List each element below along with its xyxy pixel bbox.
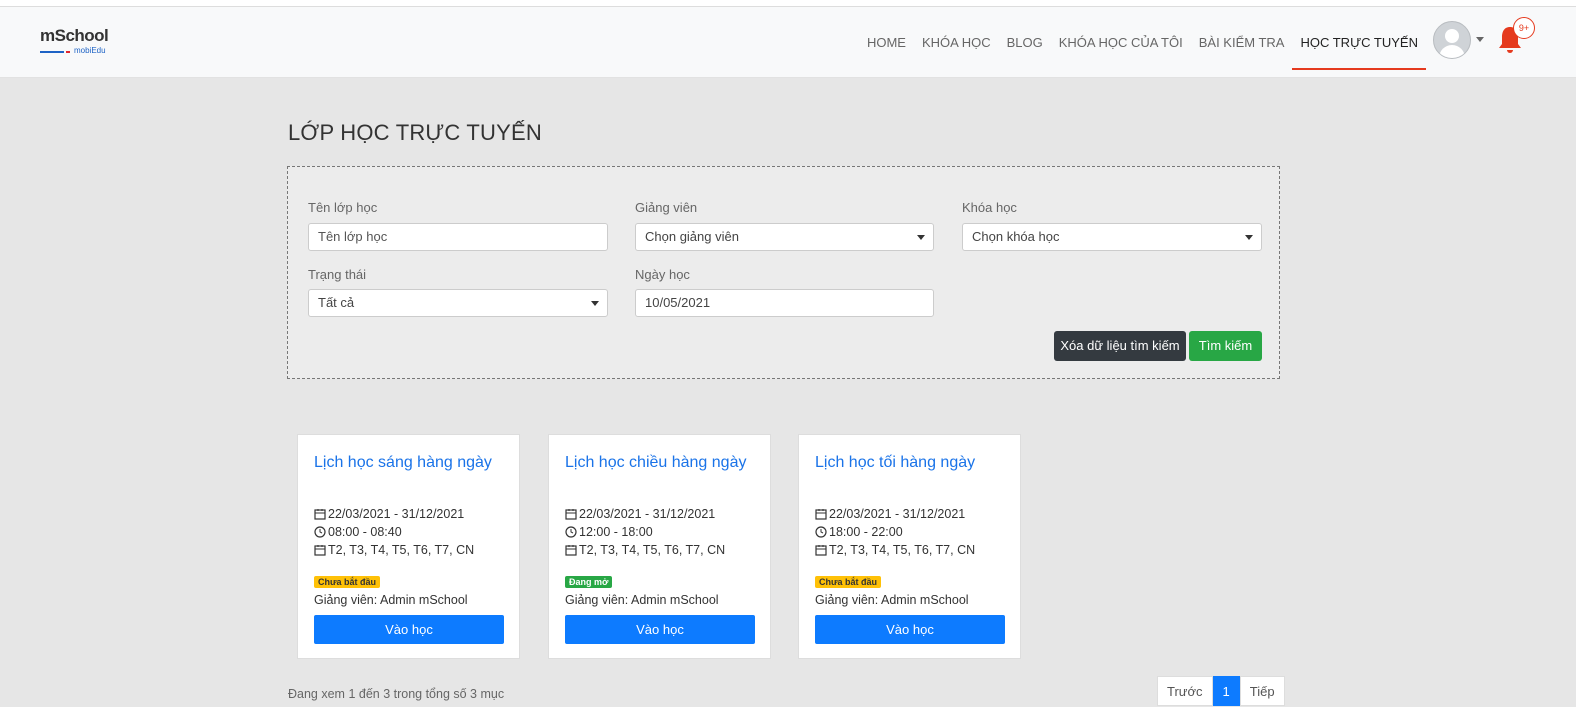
teacher-select-value: Chọn giảng viên — [645, 229, 739, 244]
card-dates: 22/03/2021 - 31/12/2021 — [314, 507, 464, 521]
status-select-value: Tất cả — [318, 295, 355, 310]
card-days-text: T2, T3, T4, T5, T6, T7, CN — [829, 543, 976, 557]
card-title[interactable]: Lịch học sáng hàng ngày — [314, 454, 492, 472]
card-dates-text: 22/03/2021 - 31/12/2021 — [829, 507, 966, 521]
clock-icon — [314, 526, 326, 538]
calendar-icon — [314, 509, 326, 520]
teacher-select[interactable]: Chọn giảng viên — [635, 223, 934, 251]
dropdown-arrow-icon — [591, 301, 599, 306]
card-days-text: T2, T3, T4, T5, T6, T7, CN — [328, 543, 475, 557]
clock-icon — [815, 526, 827, 538]
top-strip — [0, 0, 1576, 7]
status-select[interactable]: Tất cả — [308, 289, 608, 317]
class-card: Lịch học chiều hàng ngày 22/03/2021 - 31… — [548, 434, 771, 659]
card-title[interactable]: Lịch học chiều hàng ngày — [565, 454, 746, 472]
dropdown-arrow-icon — [1245, 235, 1253, 240]
calendar-icon — [815, 545, 827, 556]
nav-courses[interactable]: KHÓA HỌC — [914, 14, 999, 70]
course-select-value: Chọn khóa học — [972, 229, 1060, 244]
nav-home[interactable]: HOME — [859, 14, 914, 70]
join-class-button[interactable]: Vào học — [565, 615, 755, 644]
status-badge: Đang mở — [565, 576, 613, 588]
page-title: LỚP HỌC TRỰC TUYẾN — [288, 120, 542, 145]
class-card: Lịch học sáng hàng ngày 22/03/2021 - 31/… — [297, 434, 520, 659]
card-days-text: T2, T3, T4, T5, T6, T7, CN — [579, 543, 726, 557]
card-dates: 22/03/2021 - 31/12/2021 — [815, 507, 965, 521]
card-time-text: 18:00 - 22:00 — [829, 525, 903, 539]
class-name-input[interactable]: Tên lớp học — [308, 223, 608, 251]
notification-badge: 9+ — [1513, 17, 1535, 39]
card-time: 08:00 - 08:40 — [314, 525, 402, 539]
chevron-down-icon[interactable] — [1476, 37, 1484, 42]
card-days: T2, T3, T4, T5, T6, T7, CN — [565, 543, 725, 557]
logo-sub-text: mobiEdu — [74, 46, 106, 55]
dropdown-arrow-icon — [917, 235, 925, 240]
logo-main: mSchool — [40, 26, 109, 45]
card-teacher: Giảng viên: Admin mSchool — [314, 593, 468, 607]
header: mSchool mobiEdu HOME KHÓA HỌC BLOG KHÓA … — [0, 7, 1576, 78]
card-time-text: 12:00 - 18:00 — [579, 525, 653, 539]
card-teacher: Giảng viên: Admin mSchool — [815, 593, 969, 607]
card-dates-text: 22/03/2021 - 31/12/2021 — [328, 507, 465, 521]
card-time: 12:00 - 18:00 — [565, 525, 653, 539]
join-class-button[interactable]: Vào học — [815, 615, 1005, 644]
avatar[interactable] — [1433, 21, 1471, 59]
logo-sub: mobiEdu — [40, 46, 118, 56]
class-card: Lịch học tối hàng ngày 22/03/2021 - 31/1… — [798, 434, 1021, 659]
nav-blog[interactable]: BLOG — [999, 14, 1051, 70]
course-select[interactable]: Chọn khóa học — [962, 223, 1262, 251]
calendar-icon — [565, 545, 577, 556]
status-label: Trạng thái — [308, 267, 367, 282]
page-button-current[interactable]: 1 — [1212, 676, 1240, 706]
status-badge: Chưa bắt đầu — [815, 576, 882, 588]
card-dates-text: 22/03/2021 - 31/12/2021 — [579, 507, 716, 521]
pagination-info: Đang xem 1 đến 3 trong tổng số 3 mục — [288, 687, 505, 701]
card-dates: 22/03/2021 - 31/12/2021 — [565, 507, 715, 521]
calendar-icon — [815, 509, 827, 520]
nav-tests[interactable]: BÀI KIỂM TRA — [1191, 14, 1293, 70]
calendar-icon — [314, 545, 326, 556]
date-label: Ngày học — [635, 267, 690, 282]
nav-online-learning[interactable]: HỌC TRỰC TUYẾN — [1292, 14, 1426, 70]
clock-icon — [565, 526, 577, 538]
main-nav: HOME KHÓA HỌC BLOG KHÓA HỌC CỦA TÔI BÀI … — [859, 7, 1426, 77]
prev-page-button[interactable]: Trước — [1157, 676, 1213, 706]
date-input[interactable]: 10/05/2021 — [635, 289, 934, 317]
card-days: T2, T3, T4, T5, T6, T7, CN — [815, 543, 975, 557]
clear-search-button[interactable]: Xóa dữ liệu tìm kiếm — [1054, 331, 1186, 361]
teacher-label: Giảng viên — [635, 200, 698, 215]
pagination: Trước 1 Tiếp — [1157, 676, 1285, 706]
calendar-icon — [565, 509, 577, 520]
logo[interactable]: mSchool mobiEdu — [40, 27, 120, 59]
course-label: Khóa học — [962, 200, 1017, 215]
search-button[interactable]: Tìm kiếm — [1189, 331, 1262, 361]
card-title[interactable]: Lịch học tối hàng ngày — [815, 454, 975, 472]
join-class-button[interactable]: Vào học — [314, 615, 504, 644]
next-page-button[interactable]: Tiếp — [1239, 676, 1285, 706]
card-teacher: Giảng viên: Admin mSchool — [565, 593, 719, 607]
card-time: 18:00 - 22:00 — [815, 525, 903, 539]
status-badge: Chưa bắt đầu — [314, 576, 381, 588]
search-filter-panel: Tên lớp học Tên lớp học Giảng viên Chọn … — [287, 166, 1280, 379]
card-time-text: 08:00 - 08:40 — [328, 525, 402, 539]
nav-my-courses[interactable]: KHÓA HỌC CỦA TÔI — [1051, 14, 1191, 70]
class-name-label: Tên lớp học — [308, 200, 378, 215]
card-days: T2, T3, T4, T5, T6, T7, CN — [314, 543, 474, 557]
